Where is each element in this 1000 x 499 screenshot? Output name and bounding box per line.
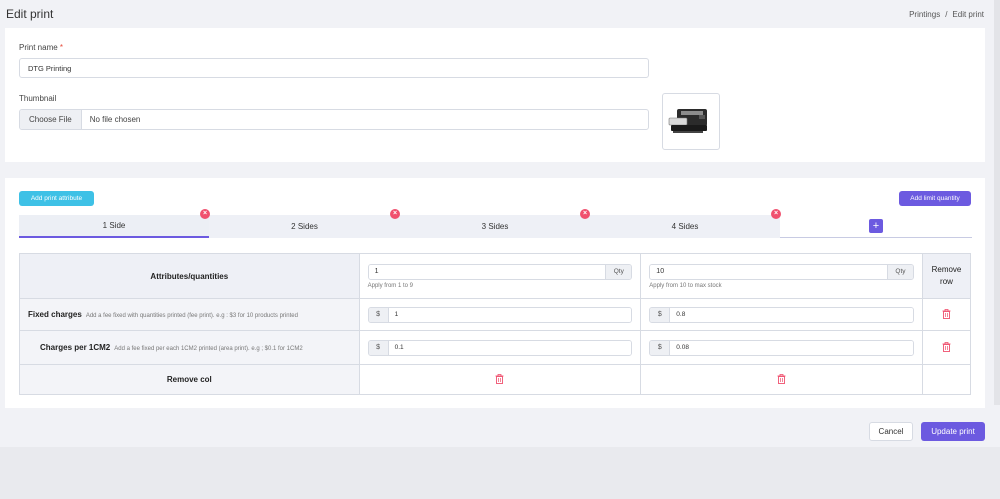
charges-per-cm2-input-1[interactable]: 0.1 (388, 340, 632, 355)
charges-per-cm2-cell-1: $ 0.1 (358, 330, 642, 365)
pricing-table: Attributes/quantities 1 Qty Apply from 1… (19, 253, 972, 395)
remove-col-cell-1 (358, 364, 642, 395)
charges-per-cm2-row-head: Charges per 1CM2 Add a fee fixed per each… (19, 330, 360, 365)
thumbnail-preview (662, 93, 720, 150)
remove-row-cell (921, 330, 972, 365)
qty-input-2[interactable]: 10 (650, 264, 887, 279)
table-header-row: Attributes/quantities 1 Qty Apply from 1… (19, 253, 972, 299)
page-title: Edit print (6, 7, 54, 21)
thumbnail-file-input[interactable]: Choose File No file chosen (19, 109, 649, 130)
qty-suffix-2: Qty (886, 264, 913, 279)
attributes-quantities-header: Attributes/quantities (19, 253, 360, 299)
charges-per-cm2-input-group-2[interactable]: $ 0.08 (649, 339, 914, 356)
dollar-prefix: $ (368, 340, 389, 355)
apply-range-text-2: Apply from 10 to max stock (649, 282, 722, 289)
breadcrumb-current: Edit print (952, 10, 984, 19)
print-name-input[interactable]: DTG Printing (19, 58, 649, 78)
choose-file-button[interactable]: Choose File (20, 110, 82, 129)
table-row: Fixed charges Add a fee fixed with quanti… (19, 298, 972, 331)
dollar-prefix: $ (650, 340, 671, 355)
qty-input-group-2[interactable]: 10 Qty (649, 263, 914, 280)
print-details-card: Print name * DTG Printing Thumbnail Choo… (5, 28, 985, 162)
required-mark: * (59, 43, 64, 52)
empty-cell (921, 364, 972, 395)
dollar-prefix: $ (368, 307, 389, 322)
breadcrumb: Printings / Edit print (909, 10, 984, 19)
charges-per-cm2-cell-2: $ 0.08 (640, 330, 923, 365)
fixed-charges-input-2[interactable]: 0.8 (670, 307, 913, 322)
trash-icon[interactable] (495, 373, 504, 384)
print-attributes-card: Add print attribute Add limit quantity 1… (5, 178, 985, 408)
add-limit-quantity-button[interactable]: Add limit quantity (899, 191, 971, 206)
breadcrumb-separator: / (945, 10, 948, 19)
tab-4-close-icon[interactable]: × (771, 209, 781, 219)
tab-3-sides[interactable]: 3 Sides (400, 215, 590, 238)
trash-icon[interactable] (942, 341, 951, 352)
qty-input-1[interactable]: 1 (368, 264, 606, 279)
charges-per-cm2-input-group-1[interactable]: $ 0.1 (367, 339, 633, 356)
fixed-charges-description: Add a fee fixed with quantities printed … (85, 313, 298, 319)
fixed-charges-cell-1: $ 1 (358, 298, 642, 331)
breadcrumb-link-printings[interactable]: Printings (909, 10, 940, 19)
fixed-charges-title: Fixed charges (28, 310, 82, 319)
trash-icon[interactable] (777, 373, 786, 384)
fixed-charges-input-group-2[interactable]: $ 0.8 (649, 306, 914, 323)
qty-suffix-1: Qty (605, 264, 632, 279)
print-name-label: Print name * (19, 43, 64, 52)
fixed-charges-row-head: Fixed charges Add a fee fixed with quanti… (19, 298, 360, 331)
remove-col-row: Remove col (19, 364, 972, 395)
charges-per-cm2-description: Add a fee fixed per each 1CM2 printed (a… (114, 346, 303, 352)
no-file-text: No file chosen (89, 115, 141, 124)
update-print-button[interactable]: Update print (921, 422, 985, 441)
remove-row-cell (921, 298, 972, 331)
tab-2-close-icon[interactable]: × (390, 209, 400, 219)
tab-2-sides[interactable]: 2 Sides (209, 215, 400, 238)
remove-col-label: Remove col (166, 375, 212, 384)
fixed-charges-input-group-1[interactable]: $ 1 (367, 306, 633, 323)
tab-1-close-icon[interactable]: × (200, 209, 210, 219)
dollar-prefix: $ (650, 307, 671, 322)
vertical-scrollbar[interactable] (994, 0, 1000, 405)
fixed-charges-cell-2: $ 0.8 (640, 298, 923, 331)
tab-3-close-icon[interactable]: × (580, 209, 590, 219)
charges-per-cm2-input-2[interactable]: 0.08 (670, 340, 913, 355)
trash-icon[interactable] (942, 308, 951, 319)
remove-row-header: Remove row (921, 253, 972, 299)
qty-input-group-1[interactable]: 1 Qty (367, 263, 633, 280)
cancel-button[interactable]: Cancel (869, 422, 913, 441)
apply-range-text-1: Apply from 1 to 9 (367, 282, 413, 289)
sides-tabs: 1 Side 2 Sides 3 Sides 4 Sides (19, 215, 972, 238)
charges-per-cm2-title: Charges per 1CM2 (40, 343, 111, 352)
remove-col-label-cell: Remove col (19, 364, 360, 395)
fixed-charges-input-1[interactable]: 1 (388, 307, 632, 322)
thumbnail-label: Thumbnail (19, 94, 57, 103)
page-footer-area (0, 447, 1000, 499)
quantity-column-1: 1 Qty Apply from 1 to 9 (358, 253, 642, 299)
tab-1-side[interactable]: 1 Side (19, 215, 209, 238)
remove-col-cell-2 (640, 364, 923, 395)
quantity-column-2: 10 Qty Apply from 10 to max stock (640, 253, 923, 299)
tab-4-sides[interactable]: 4 Sides (590, 215, 780, 238)
dtg-printer-image (668, 109, 707, 133)
table-row: Charges per 1CM2 Add a fee fixed per each… (19, 330, 972, 365)
add-tab-plus-icon[interactable]: + (869, 219, 883, 233)
add-print-attribute-button[interactable]: Add print attribute (19, 191, 94, 206)
